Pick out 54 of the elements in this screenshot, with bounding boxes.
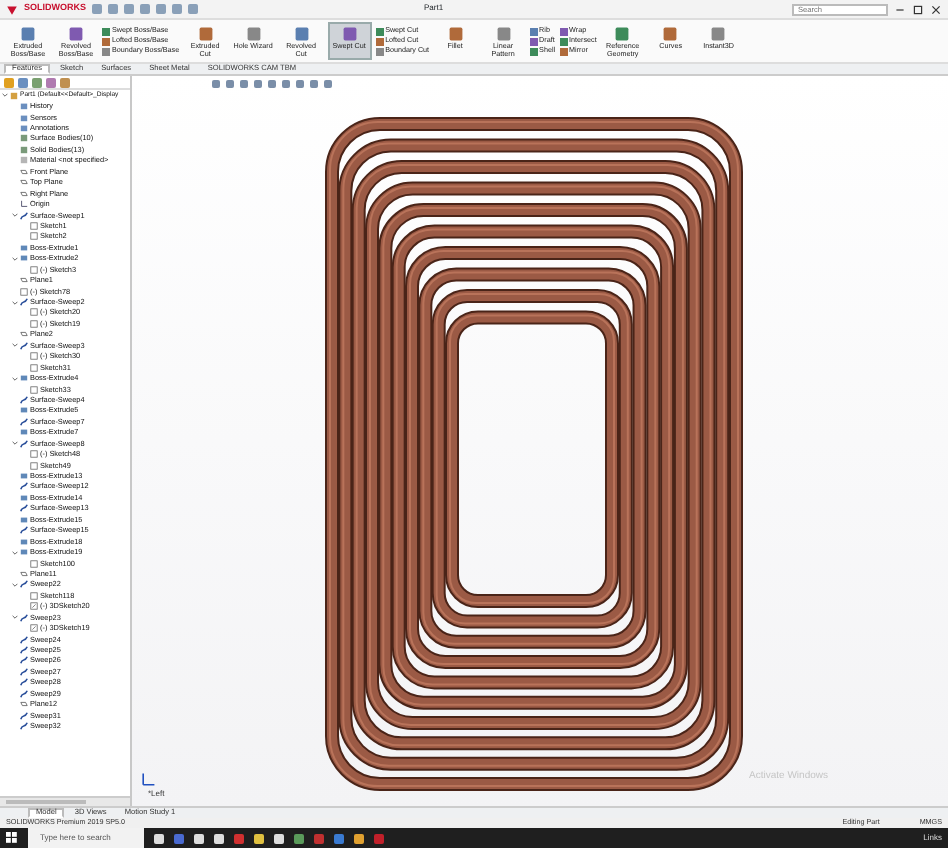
extrude-icon [20, 472, 28, 481]
tool-icon [447, 26, 464, 42]
plane-icon [20, 330, 28, 339]
sketch-icon [30, 385, 38, 394]
sketch-icon [20, 287, 28, 296]
sweep-icon [20, 211, 28, 220]
tool-icon [20, 26, 36, 42]
sketch-icon [30, 265, 38, 274]
sweep-icon [20, 395, 28, 404]
expand-icon[interactable] [12, 440, 18, 447]
sweep-icon [20, 504, 28, 513]
sweep-icon [20, 439, 28, 448]
sweep-icon [20, 298, 28, 307]
extrude-icon [20, 428, 28, 437]
triad-icon [140, 772, 156, 788]
sweep-icon [20, 580, 28, 589]
minimize-icon[interactable] [894, 3, 906, 15]
expand-icon[interactable] [12, 342, 18, 349]
tool-icon [245, 26, 262, 42]
sweep-icon [20, 341, 28, 350]
logo-icon [6, 3, 18, 15]
extrude-icon [20, 374, 28, 383]
plane-icon [20, 700, 28, 709]
tool-icon [662, 26, 679, 42]
close-icon[interactable] [930, 3, 942, 15]
sketch-icon [30, 559, 38, 568]
extrude-icon [20, 493, 28, 502]
origin-icon [20, 200, 28, 209]
tool-icon [710, 26, 727, 42]
sweep-icon [20, 417, 28, 426]
material-icon [20, 156, 28, 165]
plane-icon [20, 276, 28, 285]
expand-icon[interactable] [12, 375, 18, 382]
sweep-icon [20, 482, 28, 491]
extrude-icon [20, 515, 28, 524]
part-icon [10, 91, 18, 100]
sketch-icon [30, 624, 38, 633]
expand-icon[interactable] [2, 92, 8, 99]
maximize-icon[interactable] [912, 3, 924, 15]
tool-icon [68, 26, 84, 42]
expand-icon[interactable] [12, 549, 18, 556]
tool-icon [197, 26, 214, 42]
tool-icon [293, 26, 310, 42]
start-icon[interactable] [6, 832, 18, 844]
sweep-icon [20, 613, 28, 622]
expand-icon[interactable] [12, 299, 18, 306]
expand-icon[interactable] [12, 581, 18, 588]
tool-icon [614, 26, 631, 42]
expand-icon[interactable] [12, 255, 18, 262]
expand-icon[interactable] [12, 212, 18, 219]
plane-icon [20, 569, 28, 578]
extrude-icon [20, 406, 28, 415]
expand-icon[interactable] [12, 614, 18, 621]
sweep-icon [20, 526, 28, 535]
